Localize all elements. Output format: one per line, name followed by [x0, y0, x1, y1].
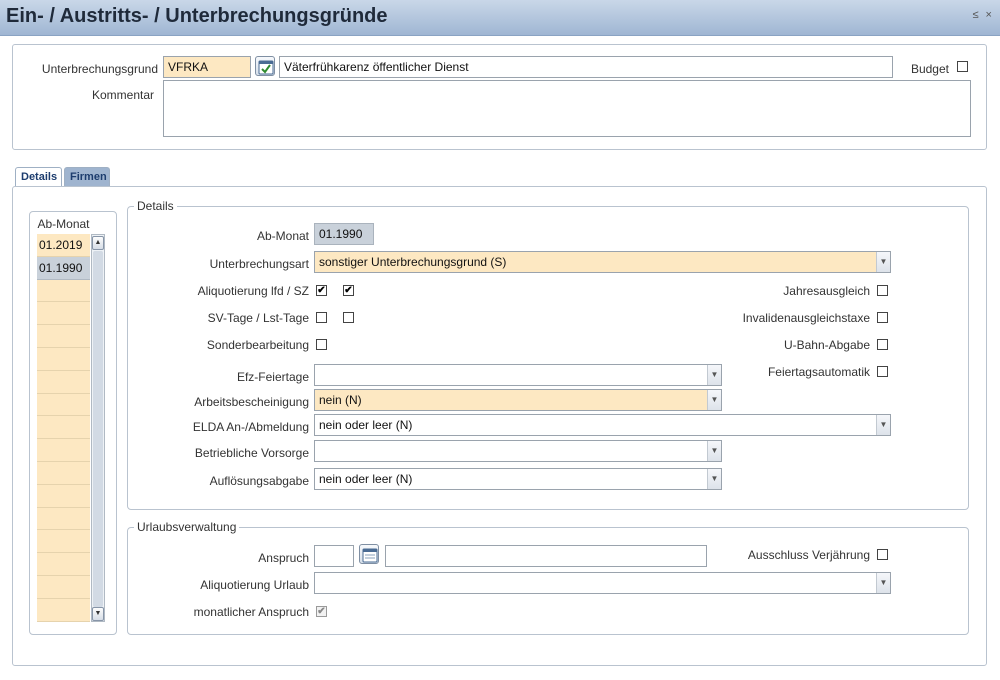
monatlicher-anspruch-label: monatlicher Anspruch: [193, 605, 309, 619]
ausschluss-label: Ausschluss Verjährung: [747, 548, 870, 562]
ubahn-label: U-Bahn-Abgabe: [783, 338, 870, 352]
chevron-down-icon[interactable]: ▼: [876, 252, 890, 272]
list-item[interactable]: 01.1990: [37, 256, 90, 280]
lookup-button[interactable]: [255, 56, 275, 76]
list-item[interactable]: [37, 439, 90, 462]
anspruch-lookup-button[interactable]: [359, 544, 379, 564]
arbeitsbescheinigung-label: Arbeitsbescheinigung: [194, 395, 309, 409]
urlaub-group-legend: Urlaubsverwaltung: [134, 520, 240, 534]
budget-checkbox[interactable]: [957, 61, 968, 72]
aufloesungsabgabe-label: Auflösungsabgabe: [209, 474, 309, 488]
unterbrechungsart-select[interactable]: sonstiger Unterbrechungsgrund (S) ▼: [314, 251, 891, 273]
list-item[interactable]: [37, 279, 90, 303]
efz-feiertage-select[interactable]: ▼: [314, 364, 722, 386]
unterbrechungsart-label: Unterbrechungsart: [209, 257, 309, 271]
ubahn-checkbox[interactable]: [877, 339, 888, 350]
invaliden-checkbox[interactable]: [877, 312, 888, 323]
sonderbearbeitung-checkbox[interactable]: [316, 339, 327, 350]
scroll-thumb[interactable]: [93, 251, 103, 607]
list-item[interactable]: [37, 461, 90, 485]
chevron-down-icon[interactable]: ▼: [707, 469, 721, 489]
calendar-check-icon: [258, 60, 274, 75]
chevron-down-icon[interactable]: ▼: [876, 573, 890, 593]
list-item[interactable]: [37, 416, 90, 440]
anspruch-input[interactable]: [314, 545, 354, 567]
monatlicher-anspruch-checkbox: ✔: [316, 606, 327, 617]
scroll-up-icon[interactable]: ▲: [92, 236, 104, 250]
unterbrechungsgrund-code-input[interactable]: VFRKA: [163, 56, 251, 78]
window-title: Ein- / Austritts- / Unterbrechungsgründe: [6, 5, 388, 27]
vorsorge-select[interactable]: ▼: [314, 440, 722, 462]
list-item[interactable]: [37, 507, 90, 531]
ab-monat-list-header: Ab-Monat: [37, 217, 90, 231]
title-bar: Ein- / Austritts- / Unterbrechungsgründe…: [0, 0, 1000, 36]
scroll-down-icon[interactable]: ▼: [92, 607, 104, 621]
unterbrechungsgrund-text-input[interactable]: Väterfrühkarenz öffentlicher Dienst: [279, 56, 893, 78]
anspruch-label: Anspruch: [258, 551, 309, 565]
list-item[interactable]: [37, 484, 90, 508]
details-group-legend: Details: [134, 199, 177, 213]
efz-feiertage-label: Efz-Feiertage: [236, 370, 309, 384]
vorsorge-label: Betriebliche Vorsorge: [194, 446, 309, 460]
jahresausgleich-checkbox[interactable]: [877, 285, 888, 296]
list-item[interactable]: [37, 530, 90, 554]
aliquotierung-urlaub-select[interactable]: ▼: [314, 572, 891, 594]
tab-firmen[interactable]: Firmen: [64, 167, 110, 187]
ab-monat-list[interactable]: 01.2019 01.1990: [37, 234, 90, 622]
aufloesungsabgabe-select[interactable]: nein oder leer (N) ▼: [314, 468, 722, 490]
ab-monat-value: 01.1990: [314, 223, 374, 245]
list-item[interactable]: [37, 302, 90, 326]
calendar-icon: [362, 548, 378, 563]
arbeitsbescheinigung-select[interactable]: nein (N) ▼: [314, 389, 722, 411]
list-item[interactable]: [37, 393, 90, 417]
jahresausgleich-label: Jahresausgleich: [783, 284, 870, 298]
list-item[interactable]: [37, 325, 90, 348]
kommentar-label: Kommentar: [91, 88, 154, 102]
list-item[interactable]: 01.2019: [37, 234, 90, 257]
list-item[interactable]: [37, 347, 90, 371]
kommentar-textarea[interactable]: [163, 80, 971, 137]
chevron-down-icon[interactable]: ▼: [876, 415, 890, 435]
elda-label: ELDA An-/Abmeldung: [192, 420, 309, 434]
list-item[interactable]: [37, 598, 90, 622]
window-controls[interactable]: ≤ ×: [972, 9, 994, 21]
svtage-label: SV-Tage / Lst-Tage: [207, 311, 309, 325]
list-item[interactable]: [37, 553, 90, 576]
invaliden-label: Invalidenausgleichstaxe: [742, 311, 870, 325]
lsttage-checkbox[interactable]: [343, 312, 354, 323]
unterbrechungsgrund-label: Unterbrechungsgrund: [41, 62, 158, 76]
ab-monat-label: Ab-Monat: [256, 229, 309, 243]
chevron-down-icon[interactable]: ▼: [707, 390, 721, 410]
feiertagsautomatik-label: Feiertagsautomatik: [767, 365, 870, 379]
budget-label: Budget: [910, 62, 949, 76]
chevron-down-icon[interactable]: ▼: [707, 441, 721, 461]
svtage-checkbox[interactable]: [316, 312, 327, 323]
tab-details[interactable]: Details: [15, 167, 62, 187]
anspruch-text-input[interactable]: [385, 545, 707, 567]
list-item[interactable]: [37, 370, 90, 394]
feiertagsautomatik-checkbox[interactable]: [877, 366, 888, 377]
sonderbearbeitung-label: Sonderbearbeitung: [206, 338, 309, 352]
ausschluss-checkbox[interactable]: [877, 549, 888, 560]
aliquotierung-urlaub-label: Aliquotierung Urlaub: [200, 578, 309, 592]
elda-select[interactable]: nein oder leer (N) ▼: [314, 414, 891, 436]
list-item[interactable]: [37, 575, 90, 599]
ab-monat-scrollbar[interactable]: ▲ ▼: [91, 234, 105, 622]
aliquotierung-sz-checkbox[interactable]: ✔: [343, 285, 354, 296]
aliquotierung-label: Aliquotierung lfd / SZ: [197, 284, 309, 298]
aliquotierung-lfd-checkbox[interactable]: ✔: [316, 285, 327, 296]
